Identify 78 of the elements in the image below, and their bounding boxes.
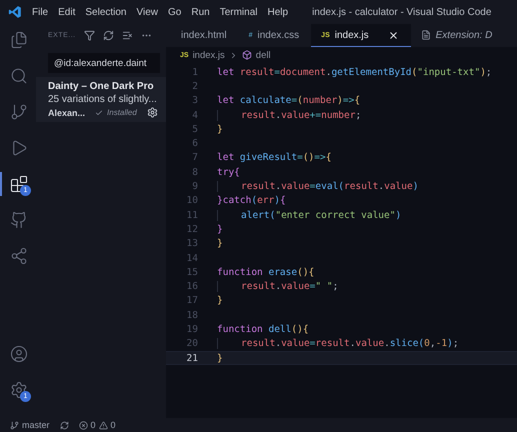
code-line: } <box>217 352 223 364</box>
refresh-icon[interactable] <box>102 30 114 41</box>
menu-item[interactable]: Go <box>168 6 182 18</box>
menu-item[interactable]: Terminal <box>220 6 258 18</box>
menu-item[interactable]: Help <box>268 6 288 18</box>
code-line: } <box>217 295 223 306</box>
extension-name: Dainty – One Dark Pro <box>48 81 154 92</box>
share-icon[interactable] <box>10 247 28 265</box>
cube-icon <box>242 50 252 60</box>
search-icon[interactable] <box>10 67 28 85</box>
line-number: 16 <box>186 281 198 292</box>
line-number: 14 <box>186 252 198 264</box>
code-line: } <box>217 124 223 135</box>
menu-item[interactable]: Run <box>191 6 210 18</box>
menu-item[interactable]: View <box>136 6 158 18</box>
extension-description: 25 variations of slightly... <box>48 94 157 105</box>
line-number: 21 <box>186 352 198 364</box>
code-line: function erase(){ <box>217 266 314 278</box>
line-number: 5 <box>191 124 198 135</box>
line-number: 12 <box>186 224 198 235</box>
code-line: }catch(err){ <box>217 195 286 206</box>
line-number: 1 <box>191 66 198 78</box>
clear-list-icon[interactable] <box>122 30 133 41</box>
line-number: 15 <box>186 266 198 278</box>
code-line: let result=document.getElementById("input-txt"); <box>217 66 492 78</box>
settings-icon[interactable] <box>10 381 28 399</box>
code-line: result.value=eval(result.value) <box>217 181 418 192</box>
window-title: index.js - calculator - Visual Studio Code <box>312 6 492 18</box>
files-icon[interactable] <box>10 31 28 49</box>
line-number: 7 <box>191 152 198 164</box>
menu-item[interactable]: File <box>32 6 48 18</box>
check-icon <box>95 108 104 116</box>
code-line: result.value+=number; <box>217 110 362 121</box>
line-number: 11 <box>186 210 198 221</box>
code-line: result.value=result.value.slice(0,-1); <box>217 338 459 350</box>
breadcrumb-item[interactable]: index.js <box>192 50 225 60</box>
branch-icon[interactable] <box>10 103 28 121</box>
line-number: 10 <box>186 195 198 206</box>
code-line: alert("enter correct value") <box>217 210 402 221</box>
blocks-icon[interactable] <box>10 175 28 193</box>
code-line: } <box>217 238 223 250</box>
error-icon <box>78 420 88 430</box>
branch-status[interactable]: master <box>10 420 50 430</box>
code-line: try{ <box>217 166 240 178</box>
warning-icon <box>98 420 108 430</box>
search-field[interactable]: @id:alexanderte.daint <box>48 53 160 73</box>
close-icon[interactable] <box>388 30 399 40</box>
extension-card[interactable]: Dainty – One Dark Pro 25 variations of slightly... Alexan... Installed <box>36 77 166 122</box>
sync-icon[interactable] <box>60 420 69 430</box>
code-line: function dell(){ <box>217 324 309 335</box>
breadcrumb-item[interactable]: dell <box>256 50 271 60</box>
problems-status[interactable]: 0 0 <box>78 420 116 430</box>
line-number: 2 <box>191 80 198 92</box>
line-number: 8 <box>191 166 198 178</box>
installed-status: Installed <box>107 108 137 117</box>
code-line: let calculate=(number)=>{ <box>217 95 360 106</box>
line-number: 9 <box>191 181 198 192</box>
line-number: 18 <box>186 310 198 321</box>
github-icon[interactable] <box>10 211 28 229</box>
branch-icon <box>10 420 19 430</box>
account-icon[interactable] <box>10 345 28 363</box>
app-logo-icon <box>8 5 22 19</box>
line-number: 19 <box>186 324 198 335</box>
code-line: } <box>217 224 223 235</box>
line-number: 4 <box>191 110 198 121</box>
code-line: let giveResult=()=>{ <box>217 152 332 164</box>
line-number: 20 <box>186 338 198 350</box>
menu-item[interactable]: Edit <box>58 6 76 18</box>
line-number: 13 <box>186 238 198 250</box>
document-icon <box>420 30 431 40</box>
line-number: 17 <box>186 295 198 306</box>
menu-item[interactable]: Selection <box>85 6 126 18</box>
filter-icon[interactable] <box>84 30 95 41</box>
line-number: 6 <box>191 138 198 150</box>
play-icon[interactable] <box>10 139 28 157</box>
extension-author: Alexan... <box>48 108 86 118</box>
code-line: result.value=" "; <box>217 281 338 292</box>
line-number: 3 <box>191 95 198 106</box>
